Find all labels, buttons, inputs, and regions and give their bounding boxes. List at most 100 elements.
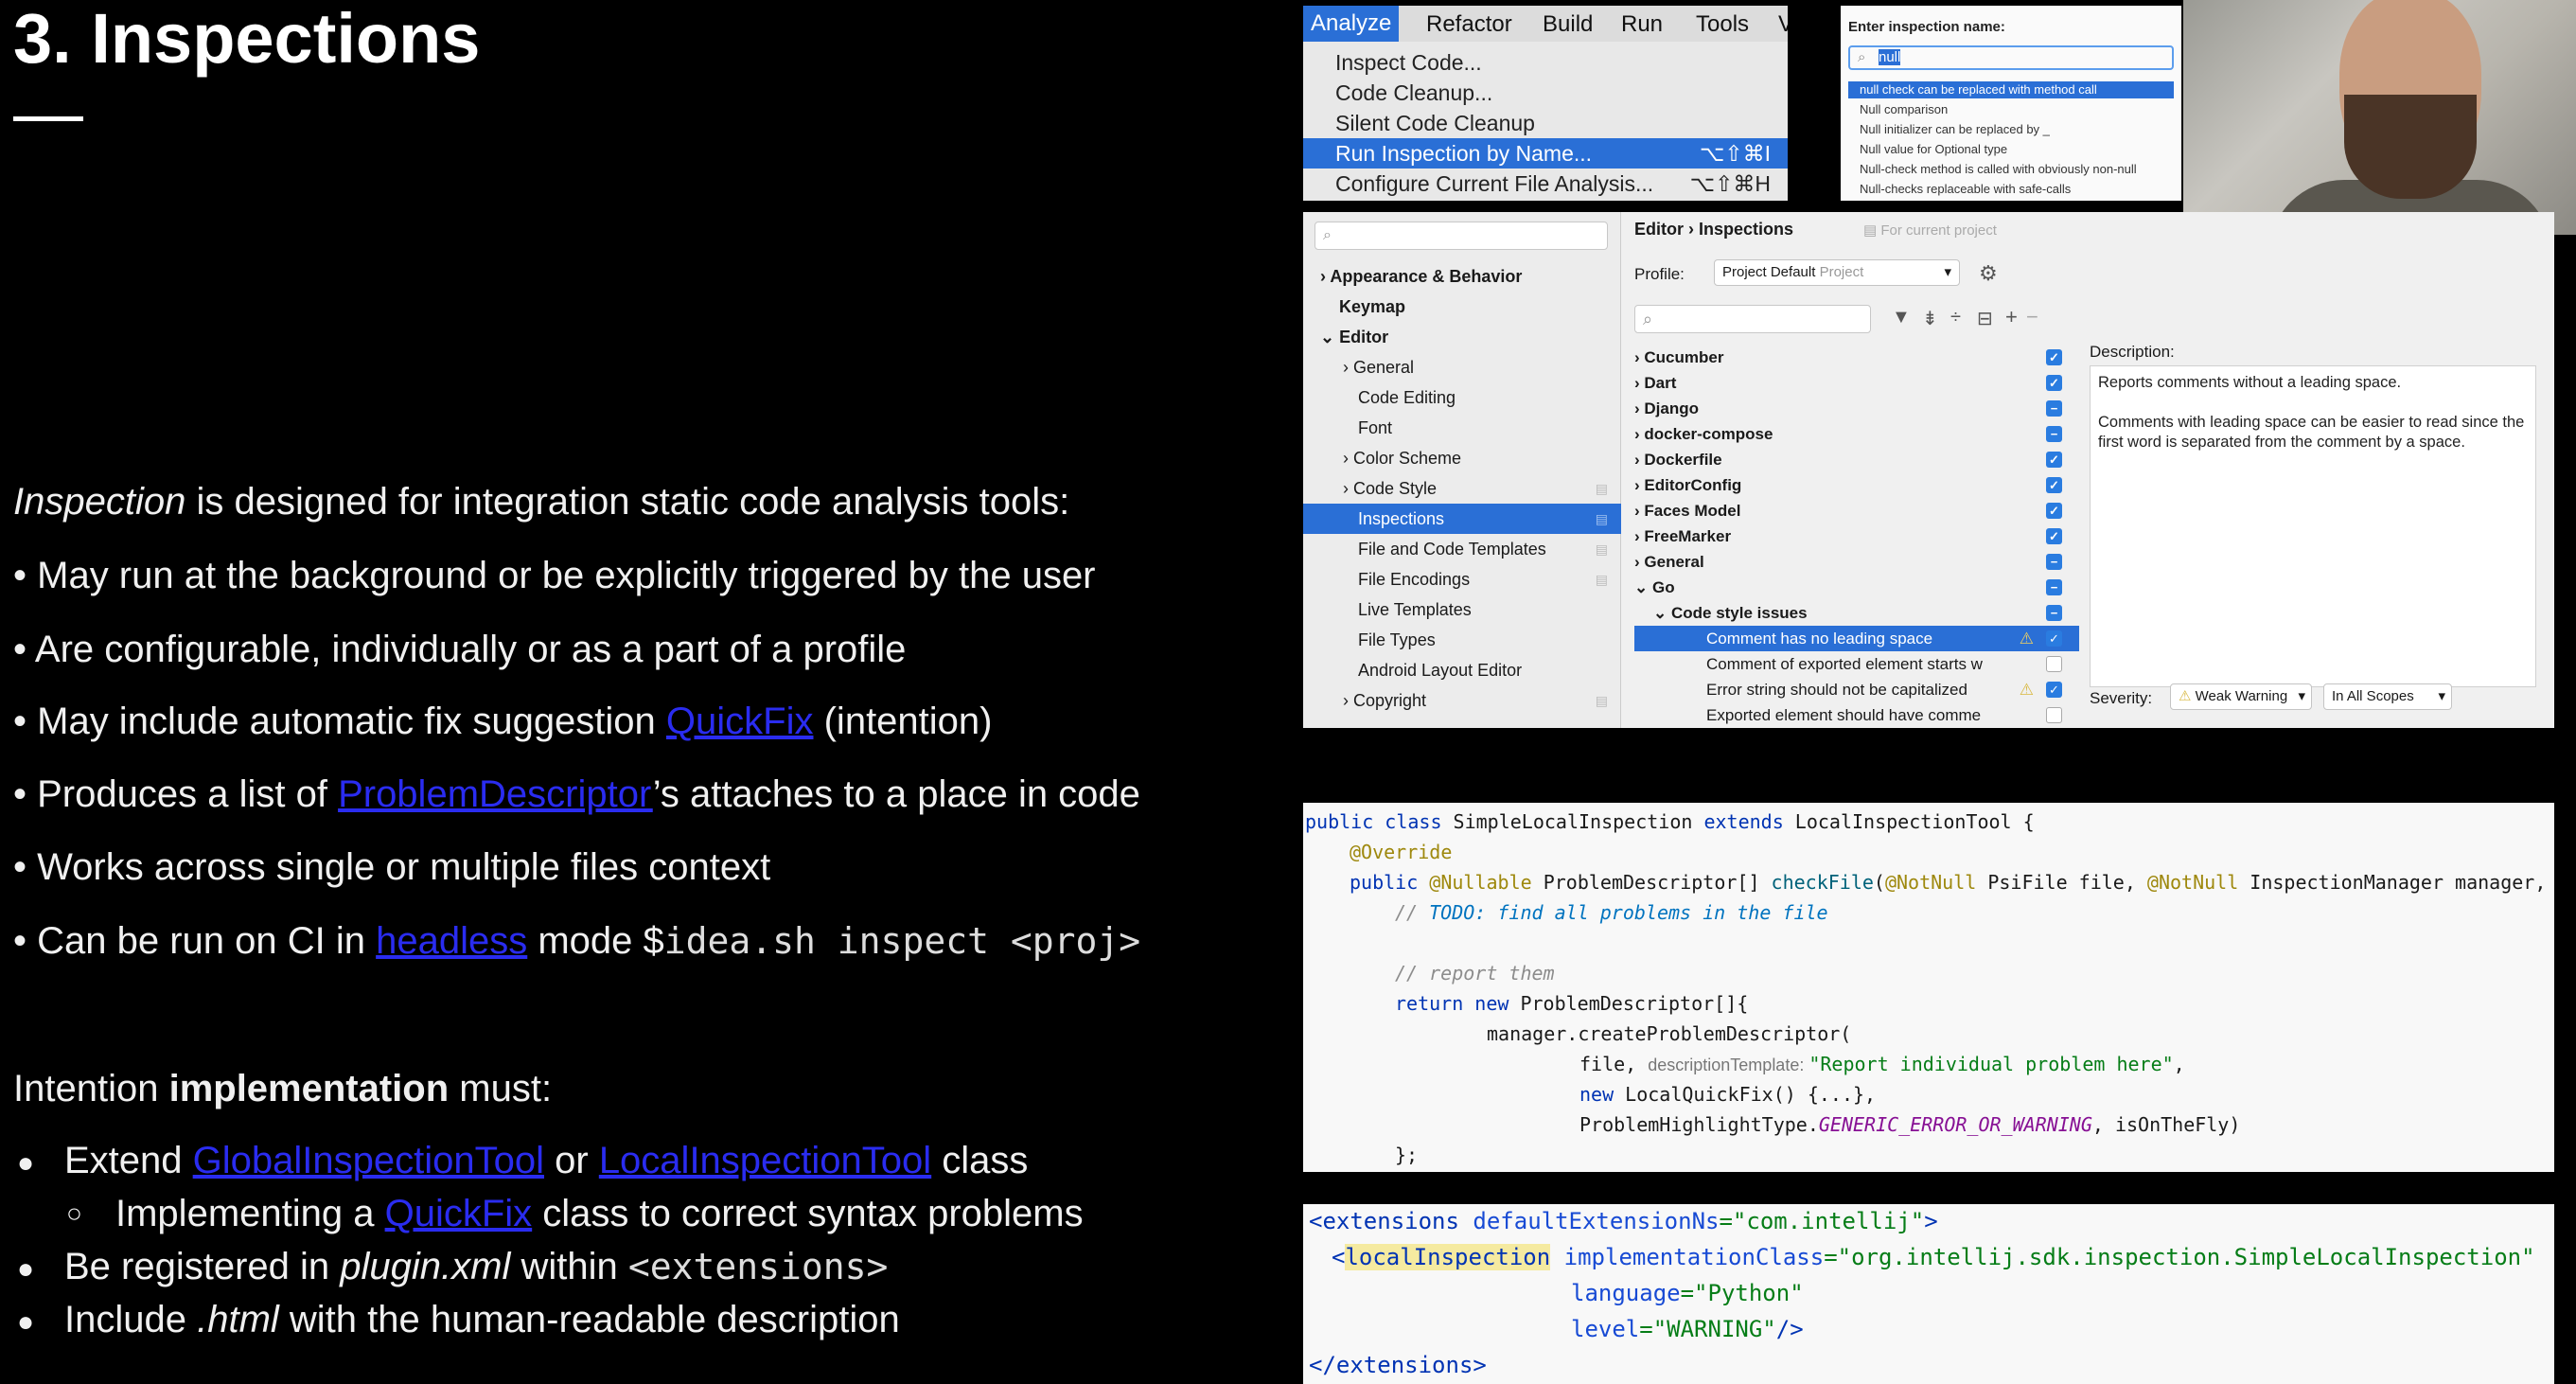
enabled-checkbox[interactable]: ✓ <box>2046 630 2062 647</box>
inspection-group-freemarker[interactable]: › FreeMarker ✓ <box>1634 523 2079 549</box>
menu-item-code-cleanup[interactable]: Code Cleanup... <box>1303 78 1788 108</box>
profile-dropdown[interactable]: Project Default Project ▾ <box>1714 259 1960 286</box>
menu-item-inspect-code[interactable]: Inspect Code... <box>1303 47 1788 78</box>
breadcrumb-editor[interactable]: Editor <box>1634 220 1684 239</box>
tree-item-general[interactable]: › General <box>1303 352 1621 382</box>
tree-label: File Encodings <box>1358 570 1471 589</box>
inspection-exported-element[interactable]: Exported element should have comme <box>1634 702 2079 728</box>
impl-1-pre: Extend <box>64 1140 193 1181</box>
menu-item-configure-analysis[interactable]: Configure Current File Analysis... ⌥⇧⌘H <box>1303 169 1788 199</box>
tree-item-font[interactable]: Font <box>1303 413 1621 443</box>
tree-label: General <box>1353 358 1415 377</box>
tree-item-android-layout[interactable]: Android Layout Editor <box>1303 655 1621 685</box>
disabled-checkbox[interactable] <box>2046 656 2062 672</box>
tree-item-file-encodings[interactable]: File Encodings ▤ <box>1303 564 1621 594</box>
remove-icon[interactable]: − <box>2026 305 2038 329</box>
enabled-checkbox[interactable]: ✓ <box>2046 528 2062 544</box>
inspection-group-go[interactable]: ⌄ Go − <box>1634 575 2079 600</box>
tree-item-file-templates[interactable]: File and Code Templates ▤ <box>1303 534 1621 564</box>
menu-refactor[interactable]: Refactor <box>1426 11 1512 38</box>
filter-icon[interactable]: ▼ <box>1892 307 1911 328</box>
tree-item-keymap[interactable]: Keymap <box>1303 292 1621 322</box>
disabled-checkbox[interactable] <box>2046 707 2062 723</box>
result-item[interactable]: Null initializer can be replaced by _ <box>1848 121 2174 138</box>
row-label: docker-compose <box>1644 425 1773 443</box>
quickfix-class-link[interactable]: QuickFix <box>385 1193 533 1234</box>
title-underline <box>13 116 83 121</box>
partial-checkbox[interactable]: − <box>2046 579 2062 595</box>
globalinspectiontool-link[interactable]: GlobalInspectionTool <box>193 1140 544 1181</box>
tree-item-appearance[interactable]: › Appearance & Behavior <box>1303 261 1621 292</box>
inspection-error-string[interactable]: Error string should not be capitalized ⚠ ✓ <box>1634 677 2079 702</box>
tree-item-code-style[interactable]: › Code Style ▤ <box>1303 473 1621 504</box>
result-item[interactable]: Null-check method is called with obvious… <box>1848 161 2174 178</box>
severity-dropdown[interactable]: ⚠ Weak Warning ▾ <box>2170 683 2312 710</box>
partial-checkbox[interactable]: − <box>2046 400 2062 417</box>
partial-checkbox[interactable]: − <box>2046 554 2062 570</box>
tree-item-file-types[interactable]: File Types <box>1303 625 1621 655</box>
row-label: Cucumber <box>1644 348 1724 366</box>
expand-all-icon[interactable]: ⇟ <box>1922 307 1938 330</box>
tree-item-color-scheme[interactable]: › Color Scheme <box>1303 443 1621 473</box>
menu-analyze[interactable]: Analyze <box>1303 6 1400 42</box>
code-comment: // <box>1395 901 1430 924</box>
gear-icon[interactable]: ⚙ <box>1979 261 1998 286</box>
tree-item-editor[interactable]: ⌄ Editor <box>1303 322 1621 352</box>
inspection-filter-input[interactable]: ⌕ <box>1634 305 1871 333</box>
partial-checkbox[interactable]: − <box>2046 426 2062 442</box>
menu-tools[interactable]: Tools <box>1696 11 1749 38</box>
menu-run[interactable]: Run <box>1621 11 1663 38</box>
tree-item-copyright[interactable]: › Copyright ▤ <box>1303 685 1621 716</box>
inspection-search-input[interactable]: ⌕ null <box>1848 45 2174 70</box>
result-item[interactable]: Null-checks replaceable with safe-calls <box>1848 181 2174 198</box>
result-item[interactable]: Null comparison <box>1848 101 2174 118</box>
code-constant: GENERIC_ERROR_OR_WARNING <box>1818 1113 2092 1136</box>
quickfix-link[interactable]: QuickFix <box>666 701 814 742</box>
menu-item-run-inspection-by-name[interactable]: Run Inspection by Name... ⌥⇧⌘I <box>1303 138 1788 169</box>
menu-item-silent-cleanup[interactable]: Silent Code Cleanup <box>1303 108 1788 138</box>
inspection-group-editorconfig[interactable]: › EditorConfig ✓ <box>1634 472 2079 498</box>
warning-icon: ⚠ <box>2019 630 2034 648</box>
add-icon[interactable]: + <box>2005 305 2018 329</box>
inspection-group-django[interactable]: › Django − <box>1634 396 2079 421</box>
enabled-checkbox[interactable]: ✓ <box>2046 349 2062 365</box>
collapse-all-icon[interactable]: ÷ <box>1950 307 1961 328</box>
intro-line: Inspection is designed for integration s… <box>13 481 1069 523</box>
row-label: General <box>1644 553 1704 571</box>
scope-dropdown[interactable]: In All Scopes ▾ <box>2323 683 2452 710</box>
tree-label: Color Scheme <box>1353 449 1462 468</box>
result-item[interactable]: null check can be replaced with method c… <box>1848 81 2174 98</box>
impl-1-mid: or <box>544 1140 599 1181</box>
inspection-group-faces-model[interactable]: › Faces Model ✓ <box>1634 498 2079 523</box>
inspection-group-code-style[interactable]: ⌄ Code style issues − <box>1634 600 2079 626</box>
settings-inspections-screenshot: ⌕ › Appearance & Behavior Keymap ⌄ Edito… <box>1303 212 2554 728</box>
result-item[interactable]: Null value for Optional type <box>1848 141 2174 158</box>
inspection-group-general[interactable]: › General − <box>1634 549 2079 575</box>
reset-icon[interactable]: ⊟ <box>1977 307 1993 330</box>
inspection-comment-leading-space[interactable]: Comment has no leading space ⚠ ✓ <box>1634 626 2079 651</box>
inspection-group-cucumber[interactable]: › Cucumber ✓ <box>1634 345 2079 370</box>
code-line: public @Nullable ProblemDescriptor[] che… <box>1350 871 2546 894</box>
inspection-group-dockerfile[interactable]: › Dockerfile ✓ <box>1634 447 2079 472</box>
inspection-group-docker-compose[interactable]: › docker-compose − <box>1634 421 2079 447</box>
tree-item-live-templates[interactable]: Live Templates <box>1303 594 1621 625</box>
row-label: Code style issues <box>1670 604 1808 622</box>
tree-item-code-editing[interactable]: Code Editing <box>1303 382 1621 413</box>
inspection-group-dart[interactable]: › Dart ✓ <box>1634 370 2079 396</box>
menu-item-label: Code Cleanup... <box>1335 80 1493 105</box>
inspection-comment-exported[interactable]: Comment of exported element starts w <box>1634 651 2079 677</box>
headless-link[interactable]: headless <box>376 920 527 962</box>
localinspectiontool-link[interactable]: LocalInspectionTool <box>599 1140 931 1181</box>
enabled-checkbox[interactable]: ✓ <box>2046 682 2062 698</box>
partial-checkbox[interactable]: − <box>2046 605 2062 621</box>
code-keyword: new <box>1579 1083 1626 1106</box>
settings-search-input[interactable]: ⌕ <box>1314 222 1608 250</box>
problemdescriptor-link[interactable]: ProblemDescriptor <box>338 773 653 815</box>
menu-vcs[interactable]: VCS <box>1778 11 1788 38</box>
enabled-checkbox[interactable]: ✓ <box>2046 452 2062 468</box>
menu-build[interactable]: Build <box>1543 11 1593 38</box>
enabled-checkbox[interactable]: ✓ <box>2046 477 2062 493</box>
tree-item-inspections[interactable]: Inspections ▤ <box>1303 504 1621 534</box>
enabled-checkbox[interactable]: ✓ <box>2046 375 2062 391</box>
enabled-checkbox[interactable]: ✓ <box>2046 503 2062 519</box>
